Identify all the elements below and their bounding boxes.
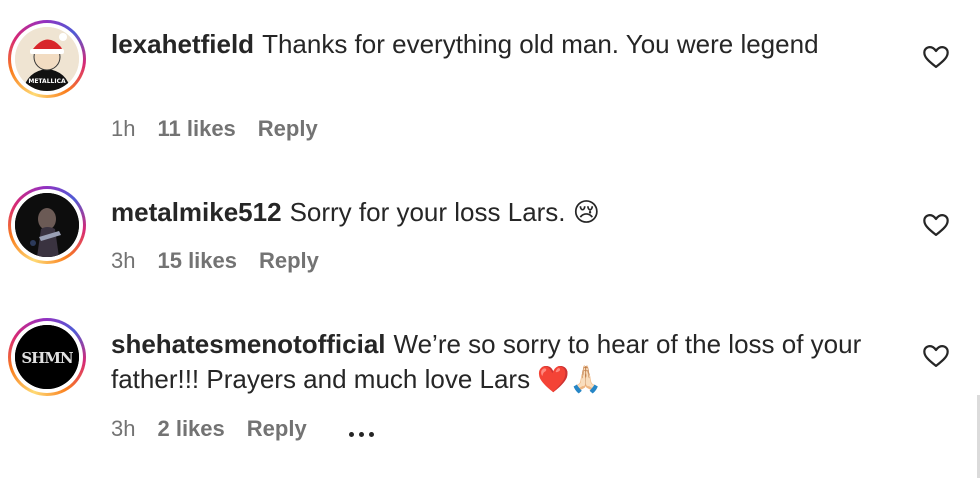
comment-meta: 1h 11 likes Reply: [111, 114, 340, 144]
comment-time[interactable]: 1h: [111, 116, 135, 141]
reply-button[interactable]: Reply: [258, 116, 318, 141]
avatar-story-ring[interactable]: [8, 186, 86, 264]
reply-button[interactable]: Reply: [259, 248, 319, 273]
avatar-illustration: METALLICA: [15, 27, 79, 91]
comment-username[interactable]: metalmike512: [111, 197, 282, 227]
avatar: SHMN: [15, 325, 79, 389]
more-options-icon[interactable]: [348, 415, 379, 445]
avatar-logo-text: SHMN: [21, 349, 74, 367]
comment-text-block: metalmike512 Sorry for your loss Lars. 😢: [111, 195, 891, 230]
avatar-story-ring[interactable]: SHMN: [8, 318, 86, 396]
comment-text-block: lexahetfield Thanks for everything old ma…: [111, 27, 891, 62]
avatar-ring-gap: METALLICA: [11, 23, 83, 95]
avatar-logo-text: METALLICA: [28, 78, 66, 85]
comment-text-block: shehatesmenotofficial We’re so sorry to h…: [111, 327, 891, 397]
comment-time[interactable]: 3h: [111, 416, 135, 441]
comment-body: Sorry for your loss Lars. 😢: [289, 197, 600, 227]
heart-outline-icon[interactable]: [922, 43, 950, 71]
comment-likes[interactable]: 2 likes: [157, 416, 224, 441]
avatar-story-ring[interactable]: METALLICA: [8, 20, 86, 98]
avatar: METALLICA: [15, 27, 79, 91]
avatar: [15, 193, 79, 257]
comment-username[interactable]: shehatesmenotofficial: [111, 329, 386, 359]
comment-meta: 3h 2 likes Reply: [111, 414, 401, 444]
comment-likes[interactable]: 15 likes: [157, 248, 237, 273]
avatar-ring-gap: SHMN: [11, 321, 83, 393]
avatar-photo: [15, 193, 79, 257]
heart-outline-icon[interactable]: [922, 211, 950, 239]
avatar-ring-gap: [11, 189, 83, 261]
avatar-logo: SHMN: [15, 325, 79, 389]
comment-time[interactable]: 3h: [111, 248, 135, 273]
comment-body: Thanks for everything old man. You were …: [262, 29, 819, 59]
heart-outline-icon[interactable]: [922, 342, 950, 370]
comment-meta: 3h 15 likes Reply: [111, 246, 341, 276]
reply-button[interactable]: Reply: [247, 416, 307, 441]
comment-likes[interactable]: 11 likes: [157, 116, 235, 141]
comment-username[interactable]: lexahetfield: [111, 29, 254, 59]
